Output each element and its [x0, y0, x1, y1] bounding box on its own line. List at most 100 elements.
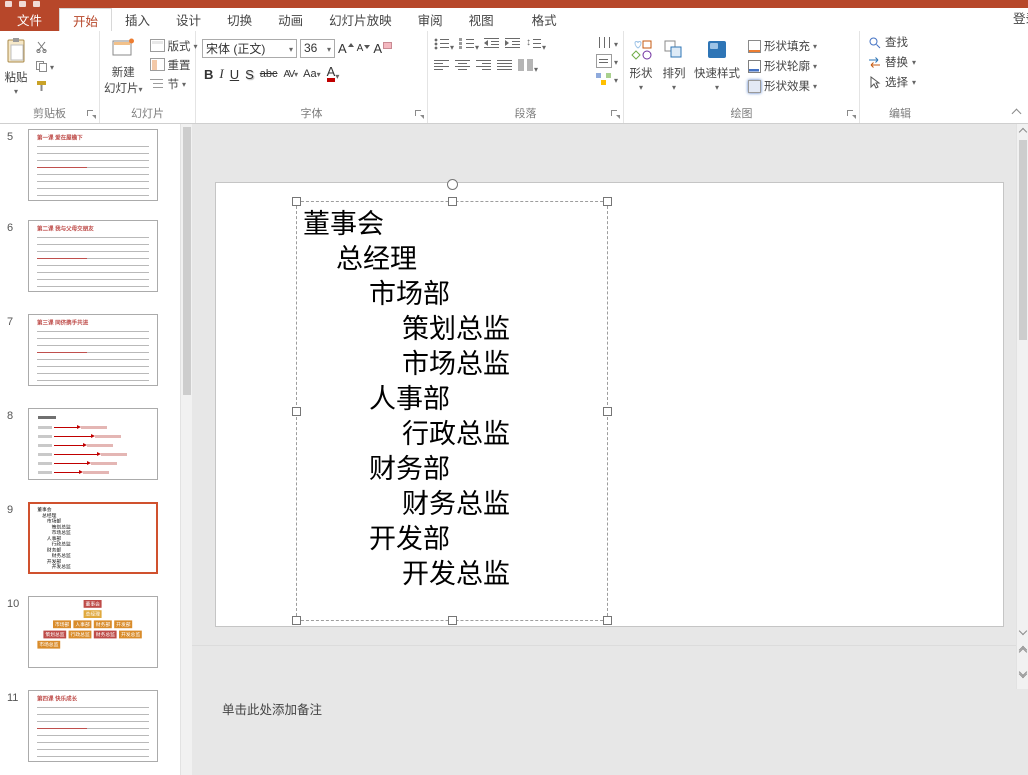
copy-button[interactable]: [32, 58, 57, 74]
strikethrough-button[interactable]: abc: [260, 68, 278, 80]
thumbnail-canvas[interactable]: 第三课 同侪携手共进: [28, 314, 158, 386]
tab-transitions[interactable]: 切换: [214, 8, 265, 31]
tab-slideshow[interactable]: 幻灯片放映: [316, 8, 405, 31]
paragraph-dialog-launcher[interactable]: [611, 110, 620, 119]
bullets-button[interactable]: [434, 36, 454, 53]
thumbnail-scrollbar[interactable]: [180, 124, 192, 775]
shape-effects-button[interactable]: 形状效果: [748, 77, 817, 95]
resize-handle-w[interactable]: [292, 407, 301, 416]
text-direction-button[interactable]: [596, 35, 618, 51]
font-name-select[interactable]: 宋体 (正文): [202, 39, 297, 58]
slide-canvas[interactable]: 董事会总经理市场部策划总监市场总监人事部行政总监财务部财务总监开发部开发总监: [215, 182, 1004, 627]
resize-handle-ne[interactable]: [603, 197, 612, 206]
tab-animations[interactable]: 动画: [265, 8, 316, 31]
resize-handle-se[interactable]: [603, 616, 612, 625]
vertical-scrollbar[interactable]: [1016, 124, 1028, 689]
increase-font-size-button[interactable]: A: [338, 41, 354, 56]
select-button[interactable]: 选择: [868, 73, 940, 91]
bold-button[interactable]: B: [204, 67, 213, 82]
align-right-button[interactable]: [476, 58, 492, 75]
notes-pane[interactable]: 单击此处添加备注: [192, 645, 1016, 775]
slide-editor-area[interactable]: 董事会总经理市场部策划总监市场总监人事部行政总监财务部财务总监开发部开发总监 单…: [192, 124, 1016, 775]
section-button[interactable]: 节: [147, 75, 201, 92]
align-center-button[interactable]: [455, 58, 471, 75]
shape-fill-button[interactable]: 形状填充: [748, 37, 817, 55]
numbering-button[interactable]: [459, 36, 479, 53]
decrease-indent-button[interactable]: [484, 36, 500, 53]
thumbnail-list[interactable]: 5第一课 爱在屋檐下 6第二课 我与父母交朋友 7第三课 同侪携手共进 8 9董事会总经…: [0, 124, 180, 775]
font-color-button[interactable]: A: [327, 66, 340, 82]
new-slide-button[interactable]: 新建 幻灯片: [100, 35, 147, 101]
find-button[interactable]: 查找: [868, 33, 940, 51]
sign-in-button[interactable]: 登录: [1013, 8, 1028, 31]
thumbnail-canvas[interactable]: [28, 408, 158, 480]
clipboard-dialog-launcher[interactable]: [87, 110, 96, 119]
ribbon-tabs: 文件开始插入设计切换动画幻灯片放映审阅视图格式: [0, 8, 1028, 31]
format-painter-button[interactable]: [32, 78, 57, 94]
slide-thumbnail-5[interactable]: 5第一课 爱在屋檐下: [0, 129, 180, 209]
resize-handle-e[interactable]: [603, 407, 612, 416]
line-spacing-button[interactable]: [526, 36, 546, 53]
text-shadow-button[interactable]: S: [245, 67, 254, 82]
character-spacing-button[interactable]: AV: [284, 69, 298, 80]
slide-thumbnail-7[interactable]: 7第三课 同侪携手共进: [0, 314, 180, 394]
thumbnail-canvas[interactable]: 第一课 爱在屋檐下: [28, 129, 158, 201]
italic-button[interactable]: I: [219, 66, 223, 82]
thumbnail-canvas[interactable]: 董事会总经理市场部人事部财务部开发部策划总监行政总监财务总监开发总监市场总监: [28, 596, 158, 668]
vertical-scrollbar-thumb[interactable]: [1019, 140, 1027, 340]
slide-thumbnail-6[interactable]: 6第二课 我与父母交朋友: [0, 220, 180, 300]
align-text-button[interactable]: [596, 53, 618, 69]
resize-handle-n[interactable]: [448, 197, 457, 206]
thumbnail-scrollbar-thumb[interactable]: [183, 127, 191, 395]
font-dialog-launcher[interactable]: [415, 110, 424, 119]
thumbnail-canvas[interactable]: 第四课 快乐成长: [28, 690, 158, 762]
resize-handle-s[interactable]: [448, 616, 457, 625]
thumbnail-canvas[interactable]: 董事会总经理市场部策划总监市场总监人事部行政总监财务部财务总监开发部开发总监: [28, 502, 158, 574]
previous-slide-button[interactable]: [1017, 644, 1028, 658]
slide-thumbnail-8[interactable]: 8: [0, 408, 180, 488]
next-slide-button[interactable]: [1017, 666, 1028, 680]
paste-button[interactable]: 粘贴: [0, 35, 32, 101]
redo-icon[interactable]: [33, 1, 40, 7]
clear-formatting-button[interactable]: A: [373, 41, 392, 56]
resize-handle-sw[interactable]: [292, 616, 301, 625]
tab-view[interactable]: 视图: [456, 8, 507, 31]
selected-textbox[interactable]: 董事会总经理市场部策划总监市场总监人事部行政总监财务部财务总监开发部开发总监: [296, 201, 608, 621]
slide-thumbnail-9[interactable]: 9董事会总经理市场部策划总监市场总监人事部行政总监财务部财务总监开发部开发总监: [0, 502, 180, 582]
scroll-down-button[interactable]: [1017, 624, 1028, 638]
align-left-button[interactable]: [434, 58, 450, 75]
rotate-handle[interactable]: [447, 179, 458, 190]
thumbnail-canvas[interactable]: 第二课 我与父母交朋友: [28, 220, 158, 292]
save-icon[interactable]: [5, 1, 12, 7]
resize-handle-nw[interactable]: [292, 197, 301, 206]
quick-access-toolbar[interactable]: [5, 1, 40, 7]
tab-insert[interactable]: 插入: [112, 8, 163, 31]
shape-outline-button[interactable]: 形状轮廓: [748, 57, 817, 75]
tab-format[interactable]: 格式: [519, 8, 570, 31]
scroll-up-button[interactable]: [1017, 125, 1028, 139]
replace-button[interactable]: 替换: [868, 53, 940, 71]
quick-styles-button[interactable]: 快速样式: [690, 35, 744, 93]
tab-review[interactable]: 审阅: [405, 8, 456, 31]
justify-button[interactable]: [497, 58, 513, 75]
font-size-select[interactable]: 36: [300, 39, 335, 58]
decrease-font-size-button[interactable]: A: [357, 43, 371, 54]
cut-button[interactable]: [32, 38, 57, 54]
arrange-button[interactable]: 排列: [658, 35, 690, 93]
tab-file[interactable]: 文件: [0, 8, 59, 31]
tab-home[interactable]: 开始: [59, 8, 112, 31]
convert-to-smartart-button[interactable]: [596, 71, 618, 87]
layout-button[interactable]: 版式: [147, 37, 201, 54]
slide-thumbnail-11[interactable]: 11第四课 快乐成长: [0, 690, 180, 770]
change-case-button[interactable]: Aa: [303, 68, 320, 80]
increase-indent-button[interactable]: [505, 36, 521, 53]
tab-design[interactable]: 设计: [163, 8, 214, 31]
collapse-ribbon-button[interactable]: [1009, 107, 1023, 119]
drawing-dialog-launcher[interactable]: [847, 110, 856, 119]
reset-button[interactable]: 重置: [147, 56, 201, 73]
columns-button[interactable]: [518, 58, 538, 75]
undo-icon[interactable]: [19, 1, 26, 7]
slide-thumbnail-10[interactable]: 10董事会总经理市场部人事部财务部开发部策划总监行政总监财务总监开发总监市场总监: [0, 596, 180, 676]
underline-button[interactable]: U: [230, 67, 239, 82]
shapes-button[interactable]: 形状: [624, 35, 658, 93]
